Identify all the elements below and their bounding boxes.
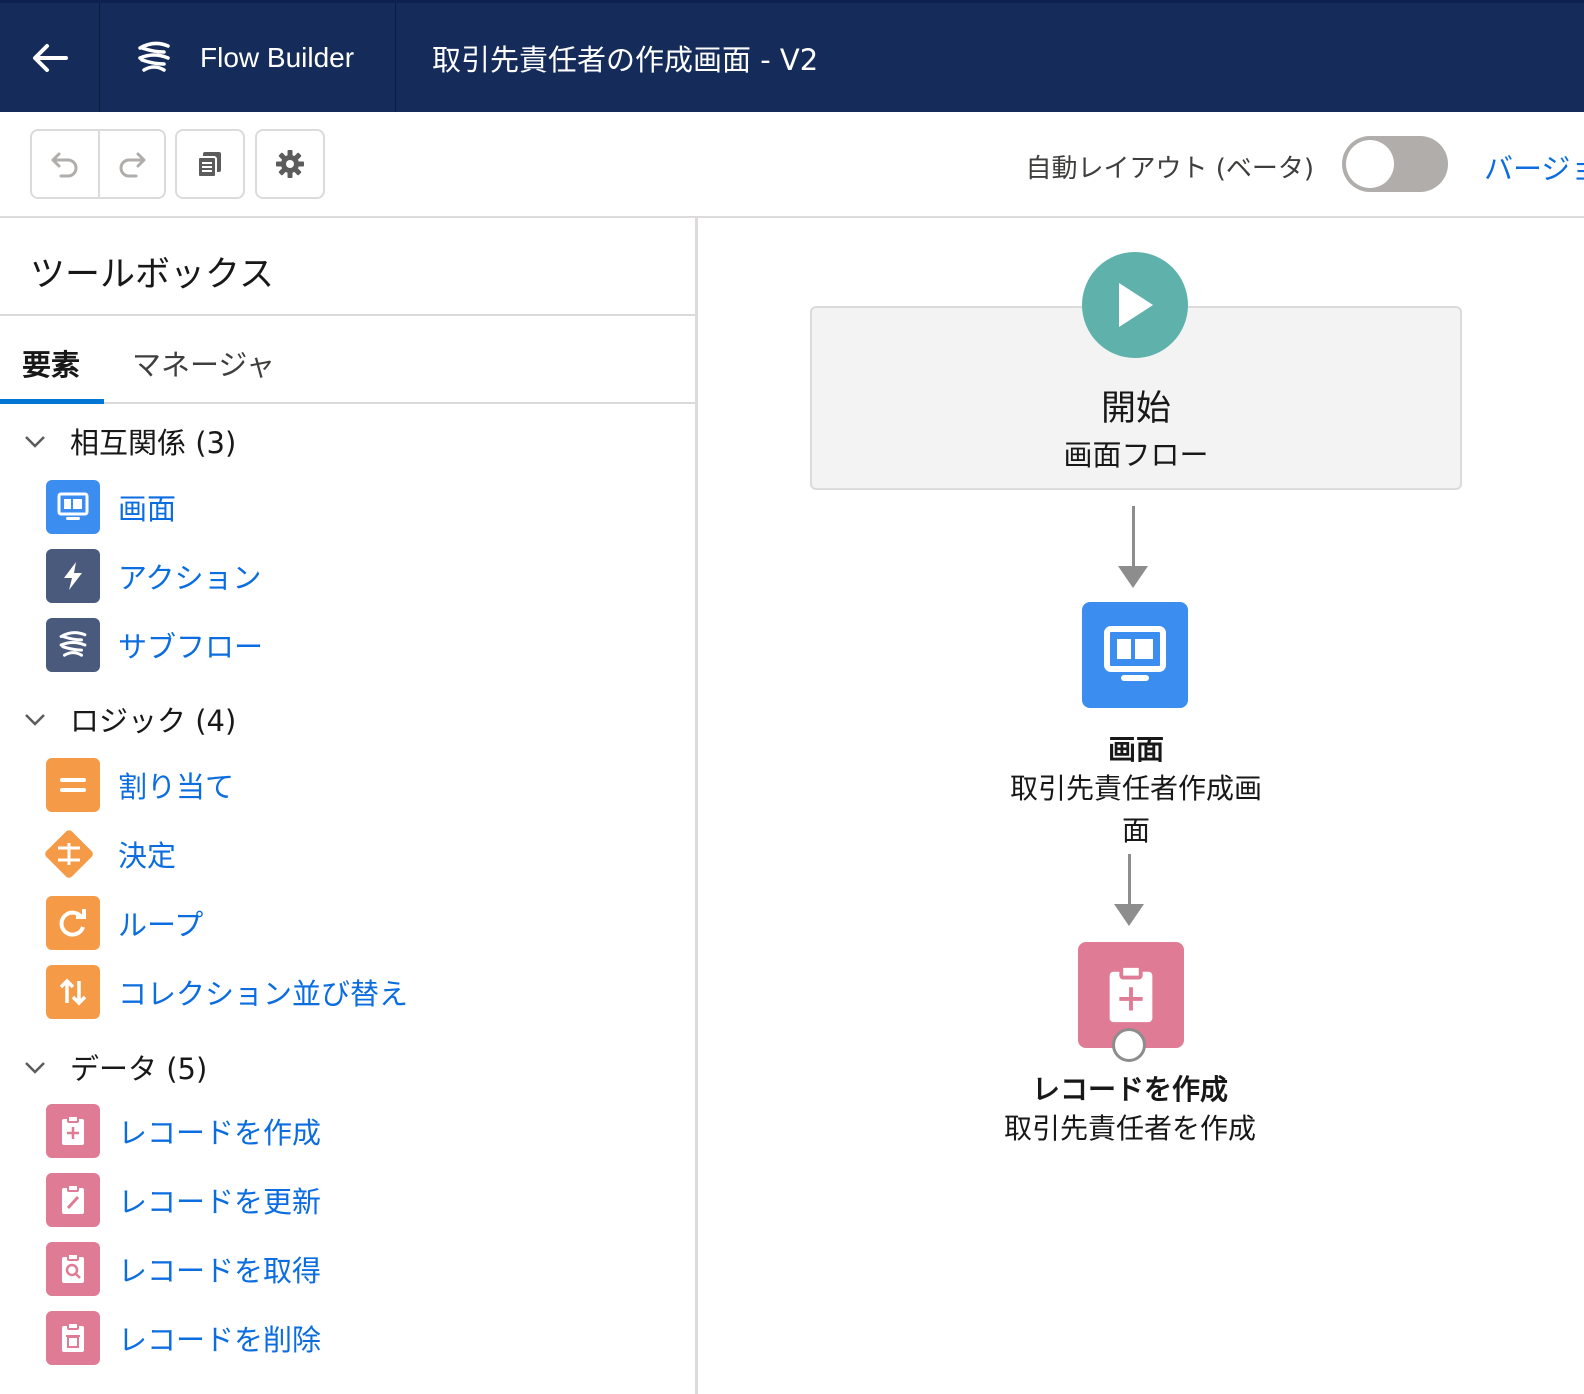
brand: Flow Builder (100, 3, 396, 112)
assignment-icon (46, 758, 100, 812)
element-record-create[interactable]: レコードを作成 (46, 1104, 321, 1158)
tab-manager[interactable]: マネージャ (132, 342, 275, 384)
section-interaction-header[interactable]: 相互関係 (3) (22, 420, 236, 462)
loop-icon (46, 896, 100, 950)
back-button[interactable] (0, 3, 100, 112)
section-label: ロジック (4) (70, 704, 237, 738)
toggle-knob (1346, 140, 1394, 188)
copy-button[interactable] (177, 131, 243, 197)
toolbox-title: ツールボックス (30, 255, 274, 295)
connector-line (1128, 854, 1131, 906)
copy-icon (197, 152, 221, 178)
brand-name: Flow Builder (200, 41, 355, 73)
flow-title: 取引先責任者の作成画面 - V2 (432, 42, 819, 77)
element-record-lookup[interactable]: レコードを取得 (46, 1242, 321, 1296)
section-data-header[interactable]: データ (5) (22, 1046, 207, 1088)
gear-icon (276, 150, 304, 178)
screen-node-subtitle-line1: 取引先責任者作成画 (1009, 772, 1262, 805)
back-arrow-icon (32, 43, 68, 72)
redo-button[interactable] (98, 131, 164, 197)
record-delete-icon (46, 1311, 100, 1365)
element-label: レコードを削除 (118, 1323, 322, 1357)
element-collection-sort[interactable]: コレクション並び替え (46, 965, 408, 1019)
screen-icon (46, 480, 100, 534)
section-logic-header[interactable]: ロジック (4) (22, 698, 236, 740)
start-subtitle: 画面フロー (1063, 438, 1209, 472)
version-link[interactable]: バージョ (1484, 146, 1584, 188)
element-label: レコードを取得 (118, 1254, 322, 1288)
element-action[interactable]: アクション (46, 549, 262, 603)
element-label: レコードを更新 (118, 1185, 322, 1219)
record-create-node-title: レコードを作成 (1031, 1073, 1228, 1106)
chevron-down-icon (25, 1062, 45, 1074)
element-screen[interactable]: 画面 (46, 480, 176, 534)
screen-node-title: 画面 (1107, 733, 1164, 766)
lightning-icon (46, 549, 100, 603)
tab-elements[interactable]: 要素 (22, 342, 80, 384)
section-label: データ (5) (70, 1052, 208, 1086)
toolbox-panel: ツールボックス 要素 マネージャ 相互関係 (3) 画面 アクション サブフロー… (0, 218, 698, 1394)
add-element-connector[interactable] (1112, 1028, 1146, 1062)
element-label: ループ (118, 908, 204, 942)
record-lookup-icon (46, 1242, 100, 1296)
element-label: コレクション並び替え (118, 977, 409, 1011)
sort-icon (46, 965, 100, 1019)
flow-canvas[interactable]: 開始 画面フロー 画面 取引先責任者作成画 面 レコードを作成 取引先責任者を作… (698, 218, 1584, 1394)
element-label: サブフロー (118, 630, 264, 664)
decision-icon (45, 827, 100, 881)
copy-group (175, 129, 245, 199)
element-loop[interactable]: ループ (46, 896, 203, 950)
element-decision[interactable]: 決定 (45, 827, 177, 881)
element-record-delete[interactable]: レコードを削除 (46, 1311, 321, 1365)
undo-redo-group (30, 129, 166, 199)
record-update-icon (46, 1173, 100, 1227)
app-header: Flow Builder 取引先責任者の作成画面 - V2 (0, 0, 1584, 112)
connector-line (1132, 506, 1135, 568)
redo-icon (119, 152, 146, 178)
chevron-down-icon (25, 436, 45, 448)
element-label: アクション (118, 561, 262, 595)
screen-node-subtitle-line2: 面 (1121, 814, 1150, 847)
flow-logo-icon (138, 41, 170, 72)
connector-arrow (1114, 904, 1144, 926)
element-label: レコードを作成 (118, 1116, 322, 1150)
play-icon[interactable] (1082, 252, 1188, 358)
section-label: 相互関係 (3) (70, 426, 237, 460)
element-label: 画面 (118, 492, 177, 526)
screen-icon (1104, 626, 1166, 681)
element-subflow[interactable]: サブフロー (46, 618, 263, 672)
toolbar: 自動レイアウト (ベータ) バージョ (0, 112, 1584, 218)
auto-layout-toggle[interactable] (1342, 136, 1448, 192)
element-label: 割り当て (118, 770, 235, 804)
settings-button[interactable] (257, 131, 323, 197)
connector-arrow (1118, 566, 1148, 588)
element-record-update[interactable]: レコードを更新 (46, 1173, 321, 1227)
undo-icon (51, 152, 78, 178)
chevron-down-icon (25, 714, 45, 726)
toolbox-tabs: 要素 マネージャ (0, 316, 695, 404)
start-title: 開始 (1100, 389, 1171, 429)
record-create-node-subtitle: 取引先責任者を作成 (1003, 1112, 1256, 1145)
settings-group (255, 129, 325, 199)
screen-node[interactable] (1082, 602, 1188, 708)
record-create-icon (1109, 963, 1153, 1023)
record-create-icon (46, 1104, 100, 1158)
flow-icon (46, 618, 100, 672)
auto-layout-label: 自動レイアウト (ベータ) (1025, 154, 1314, 184)
element-assignment[interactable]: 割り当て (46, 758, 234, 812)
active-tab-indicator (0, 399, 104, 404)
undo-button[interactable] (32, 131, 98, 197)
element-label: 決定 (118, 839, 177, 873)
